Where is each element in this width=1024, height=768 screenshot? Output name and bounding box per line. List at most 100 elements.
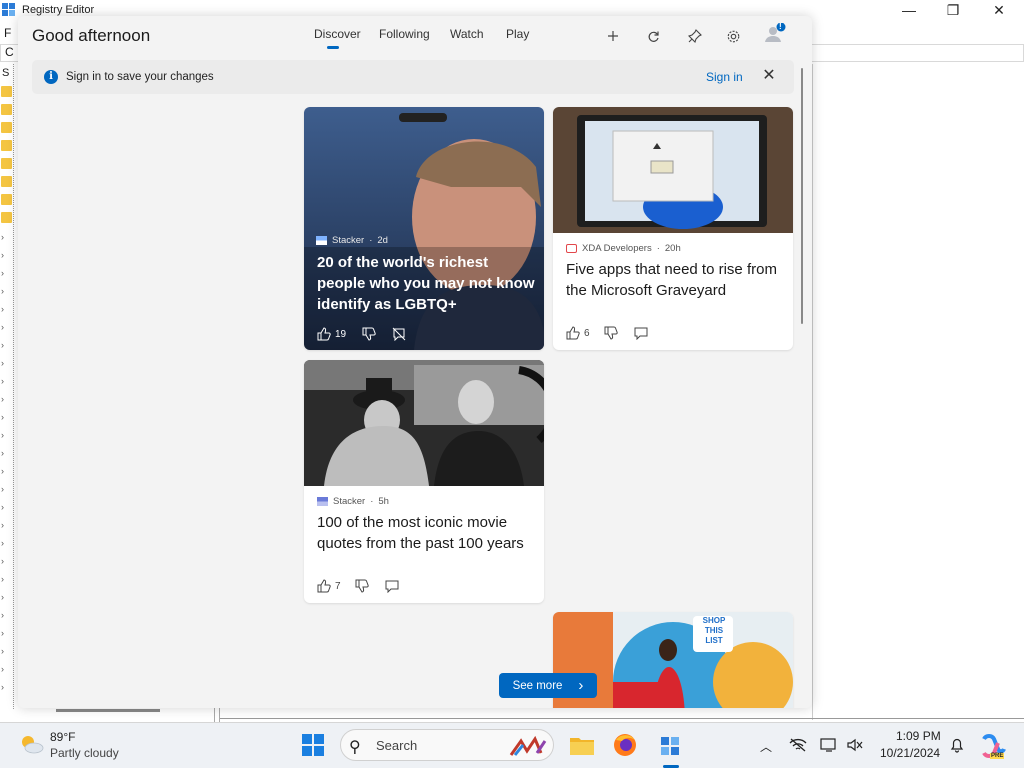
network-icon[interactable]	[789, 737, 807, 753]
folder-icon[interactable]	[1, 140, 12, 151]
like-icon[interactable]	[317, 327, 331, 341]
like-icon[interactable]	[566, 326, 580, 340]
chevron-right-icon[interactable]: ›	[1, 340, 12, 351]
clock-time[interactable]: 1:09 PM	[896, 729, 941, 743]
chevron-right-icon[interactable]: ›	[1, 466, 12, 477]
chevron-right-icon[interactable]: ›	[1, 232, 12, 243]
start-icon[interactable]	[302, 734, 324, 756]
weather-widget[interactable]: 89°F Partly cloudy	[14, 723, 134, 768]
folder-icon[interactable]	[1, 194, 12, 205]
panel-scrollbar[interactable]	[801, 68, 803, 324]
weather-temp: 89°F	[50, 730, 76, 744]
dislike-icon[interactable]	[604, 326, 618, 340]
signin-link[interactable]: Sign in	[706, 70, 743, 84]
news-card[interactable]: Stacker · 5h 100 of the most iconic movie …	[304, 360, 544, 603]
display-icon[interactable]	[820, 737, 838, 753]
see-more-button[interactable]: See more ›	[499, 673, 597, 698]
chevron-right-icon[interactable]: ›	[1, 610, 12, 621]
horizontal-scrollbar[interactable]	[56, 709, 160, 712]
pane-splitter[interactable]	[214, 706, 220, 722]
news-card[interactable]: XDA Developers · 20h Five apps that need t…	[553, 107, 793, 350]
taskbar: 89°F Partly cloudy ⚲ Search ︿ 1:09 PM 10…	[0, 722, 1024, 768]
minimize-button[interactable]: —	[886, 2, 932, 20]
card-headline[interactable]: Five apps that need to rise from the Mic…	[566, 259, 786, 301]
card-image-film-still	[304, 360, 544, 486]
chevron-up-icon[interactable]: ︿	[760, 738, 772, 755]
folder-icon[interactable]	[1, 104, 12, 115]
chevron-right-icon[interactable]: ›	[1, 286, 12, 297]
chevron-right-icon[interactable]: ›	[1, 448, 12, 459]
stacker-logo-icon	[316, 236, 327, 245]
copilot-art-icon	[509, 735, 547, 756]
folder-icon[interactable]	[1, 158, 12, 169]
registry-editor-icon[interactable]	[658, 732, 684, 758]
maximize-button[interactable]: ❐	[930, 2, 976, 20]
clock-date[interactable]: 10/21/2024	[880, 746, 940, 760]
like-count: 19	[335, 328, 347, 340]
chevron-right-icon[interactable]: ›	[1, 250, 12, 261]
chevron-right-icon[interactable]: ›	[1, 394, 12, 405]
chevron-right-icon[interactable]: ›	[1, 574, 12, 585]
folder-icon[interactable]	[1, 86, 12, 97]
settings-icon[interactable]	[722, 25, 744, 47]
like-icon[interactable]	[317, 579, 331, 593]
folder-icon[interactable]	[1, 176, 12, 187]
comment-icon[interactable]	[634, 326, 648, 340]
tree-root-label: S	[2, 67, 10, 79]
chevron-right-icon[interactable]: ›	[1, 412, 12, 423]
chevron-right-icon[interactable]: ›	[1, 484, 12, 495]
tab-discover[interactable]: Discover	[314, 27, 361, 41]
card-headline[interactable]: 20 of the world's richest people who you…	[317, 252, 537, 315]
chevron-right-icon[interactable]: ›	[1, 304, 12, 315]
folder-icon[interactable]	[1, 212, 12, 223]
close-button[interactable]: ✕	[976, 2, 1022, 20]
chevron-right-icon[interactable]: ›	[1, 556, 12, 567]
card-source: Stacker · 2d	[316, 235, 388, 246]
profile-icon[interactable]: !	[764, 22, 786, 45]
source-age: 20h	[664, 243, 681, 254]
tab-watch[interactable]: Watch	[450, 27, 484, 41]
weather-condition: Partly cloudy	[50, 746, 119, 760]
chevron-right-icon[interactable]: ›	[1, 538, 12, 549]
card-actions: 7	[317, 579, 399, 593]
dislike-icon[interactable]	[355, 579, 369, 593]
firefox-icon[interactable]	[612, 732, 638, 758]
chevron-right-icon[interactable]: ›	[1, 592, 12, 603]
card-image-laptop	[553, 107, 793, 233]
comment-icon[interactable]	[385, 579, 399, 593]
chevron-right-icon[interactable]: ›	[1, 520, 12, 531]
chevron-right-icon[interactable]: ›	[1, 646, 12, 657]
file-explorer-icon[interactable]	[569, 732, 595, 758]
chevron-right-icon[interactable]: ›	[1, 322, 12, 333]
pin-icon[interactable]	[684, 25, 706, 47]
volume-muted-icon[interactable]	[846, 737, 864, 753]
taskbar-search[interactable]: ⚲ Search	[340, 729, 554, 761]
chevron-right-icon[interactable]: ›	[1, 268, 12, 279]
signin-banner: i Sign in to save your changes Sign in ✕	[32, 60, 794, 94]
tab-play[interactable]: Play	[506, 27, 529, 41]
folder-icon[interactable]	[1, 122, 12, 133]
registry-tree[interactable]: S › › › › › › › › › › › › › › › › › › › …	[0, 64, 14, 709]
greeting-title: Good afternoon	[32, 26, 151, 45]
notification-bell-icon[interactable]	[949, 737, 965, 753]
chevron-right-icon[interactable]: ›	[1, 358, 12, 369]
refresh-icon[interactable]	[642, 25, 664, 47]
chevron-right-icon[interactable]: ›	[1, 682, 12, 693]
add-icon[interactable]	[602, 25, 624, 47]
card-headline[interactable]: 100 of the most iconic movie quotes from…	[317, 512, 537, 554]
tab-following[interactable]: Following	[379, 27, 430, 41]
search-icon: ⚲	[349, 739, 361, 756]
chevron-right-icon[interactable]: ›	[1, 628, 12, 639]
registry-menu-file[interactable]: F	[4, 26, 11, 40]
chevron-right-icon[interactable]: ›	[1, 430, 12, 441]
comments-disabled-icon[interactable]	[392, 327, 406, 341]
registry-values-pane[interactable]	[812, 64, 1022, 720]
chevron-right-icon[interactable]: ›	[1, 664, 12, 675]
address-text: C	[5, 45, 14, 59]
dislike-icon[interactable]	[362, 327, 376, 341]
source-name: Stacker	[333, 496, 366, 507]
news-card[interactable]: Stacker · 2d 20 of the world's richest peo…	[304, 107, 544, 350]
close-icon[interactable]: ✕	[759, 66, 779, 86]
chevron-right-icon[interactable]: ›	[1, 502, 12, 513]
chevron-right-icon[interactable]: ›	[1, 376, 12, 387]
